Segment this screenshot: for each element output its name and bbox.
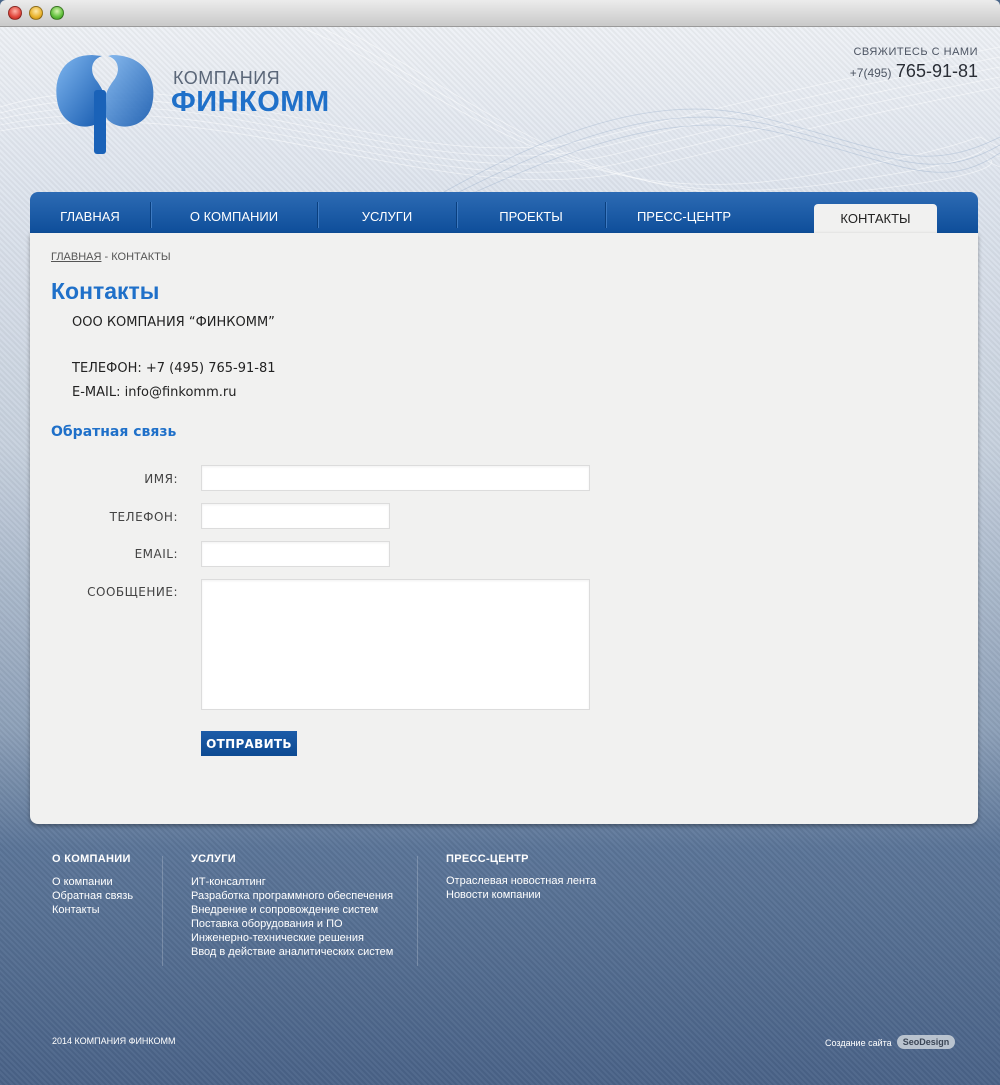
footer-services-links: ИТ-консалтинг Разработка программного об… [191, 875, 393, 959]
footer-link[interactable]: Поставка оборудования и ПО [191, 917, 393, 931]
feedback-section-title: Обратная связь [51, 424, 177, 440]
name-field[interactable] [201, 465, 590, 491]
phone-field[interactable] [201, 503, 390, 529]
email-label: EMAIL: [134, 547, 178, 561]
footer-link[interactable]: Инженерно-технические решения [191, 931, 393, 945]
footer-link[interactable]: ИТ-консалтинг [191, 875, 393, 889]
footer-link[interactable]: Разработка программного обеспечения [191, 889, 393, 903]
nav-item-press-center[interactable]: ПРЕСС-ЦЕНТР [606, 192, 762, 233]
made-by-label: Создание сайта [825, 1038, 892, 1048]
header-phone-code: +7(495) [849, 66, 892, 80]
message-field[interactable] [201, 579, 590, 710]
company-name: ООО КОМПАНИЯ “ФИНКОММ” [72, 315, 275, 330]
nav-item-services[interactable]: УСЛУГИ [318, 192, 456, 233]
breadcrumb-separator: - [101, 251, 112, 263]
maximize-window-icon[interactable] [50, 6, 64, 20]
nav-item-about[interactable]: О КОМПАНИИ [151, 192, 317, 233]
breadcrumb: ГЛАВНАЯ - КОНТАКТЫ [51, 251, 171, 263]
developer-badge[interactable]: SeoDesign [897, 1035, 955, 1049]
page-title: Контакты [51, 278, 160, 304]
footer-divider [162, 856, 163, 966]
footer-about-links: О компании Обратная связь Контакты [52, 875, 133, 917]
company-phone: ТЕЛЕФОН: +7 (495) 765-91-81 [72, 361, 276, 376]
footer-link[interactable]: Внедрение и сопровождение систем [191, 903, 393, 917]
breadcrumb-current: КОНТАКТЫ [111, 251, 171, 263]
main-navigation: ГЛАВНАЯ О КОМПАНИИ УСЛУГИ ПРОЕКТЫ ПРЕСС-… [30, 192, 978, 233]
contact-us-label: СВЯЖИТЕСЬ С НАМИ [853, 46, 978, 58]
content-panel: ГЛАВНАЯ - КОНТАКТЫ Контакты ООО КОМПАНИЯ… [30, 233, 978, 824]
breadcrumb-home-link[interactable]: ГЛАВНАЯ [51, 251, 101, 263]
footer-press-title: ПРЕСС-ЦЕНТР [446, 853, 529, 865]
company-logo-icon [56, 55, 154, 154]
footer-link[interactable]: О компании [52, 875, 133, 889]
minimize-window-icon[interactable] [29, 6, 43, 20]
close-window-icon[interactable] [8, 6, 22, 20]
nav-item-projects[interactable]: ПРОЕКТЫ [457, 192, 605, 233]
company-email: E-MAIL: info@finkomm.ru [72, 385, 237, 400]
nav-item-contacts[interactable]: КОНТАКТЫ [814, 204, 937, 233]
message-label: СООБЩЕНИЕ: [87, 585, 178, 599]
submit-button[interactable]: ОТПРАВИТЬ [201, 731, 297, 756]
header-phone: +7(495) 765-91-81 [850, 61, 978, 82]
name-label: ИМЯ: [144, 472, 178, 486]
copyright: 2014 КОМПАНИЯ ФИНКОММ [52, 1036, 176, 1046]
footer-press-links: Отраслевая новостная лента Новости компа… [446, 874, 596, 902]
footer-link[interactable]: Контакты [52, 903, 133, 917]
browser-titlebar [0, 0, 1000, 27]
phone-label: ТЕЛЕФОН: [109, 510, 178, 524]
footer-divider [417, 856, 418, 966]
email-field[interactable] [201, 541, 390, 567]
header-phone-number: 765-91-81 [895, 61, 978, 81]
footer-services-title: УСЛУГИ [191, 853, 237, 865]
footer-link[interactable]: Отраслевая новостная лента [446, 874, 596, 888]
footer-link[interactable]: Ввод в действие аналитических систем [191, 945, 393, 959]
nav-item-home[interactable]: ГЛАВНАЯ [30, 192, 150, 233]
footer-link[interactable]: Обратная связь [52, 889, 133, 903]
logo-text-company[interactable]: ФИНКОММ [171, 86, 330, 119]
footer-link[interactable]: Новости компании [446, 888, 596, 902]
footer-about-title: О КОМПАНИИ [52, 853, 131, 865]
